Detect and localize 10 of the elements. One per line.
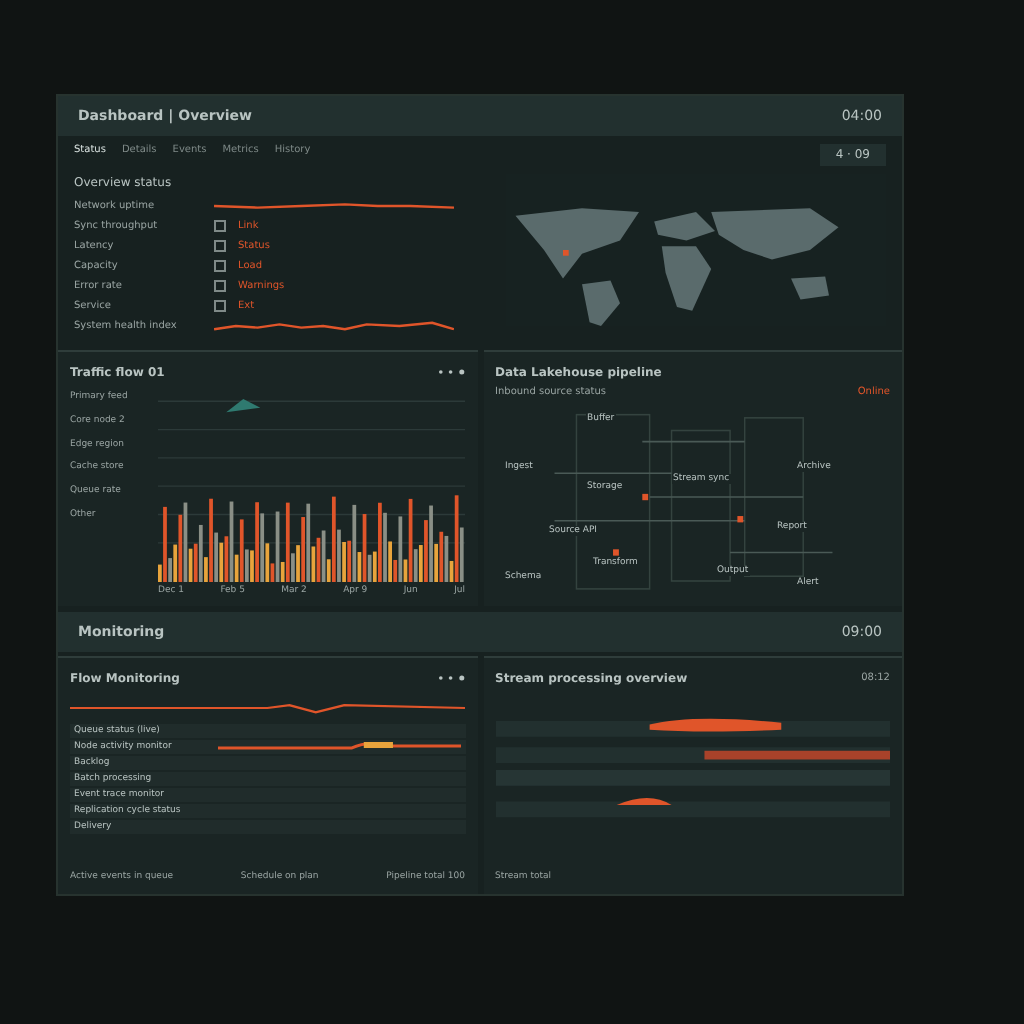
square-icon xyxy=(214,300,226,312)
square-icon xyxy=(214,260,226,272)
dots-icon[interactable] xyxy=(437,368,465,376)
square-icon xyxy=(214,240,226,252)
area-shape xyxy=(226,399,261,413)
stream-band xyxy=(648,718,781,732)
square-icon xyxy=(214,220,226,232)
stream-band xyxy=(615,798,671,805)
square-icon xyxy=(214,280,226,292)
dots-icon[interactable] xyxy=(437,674,465,682)
